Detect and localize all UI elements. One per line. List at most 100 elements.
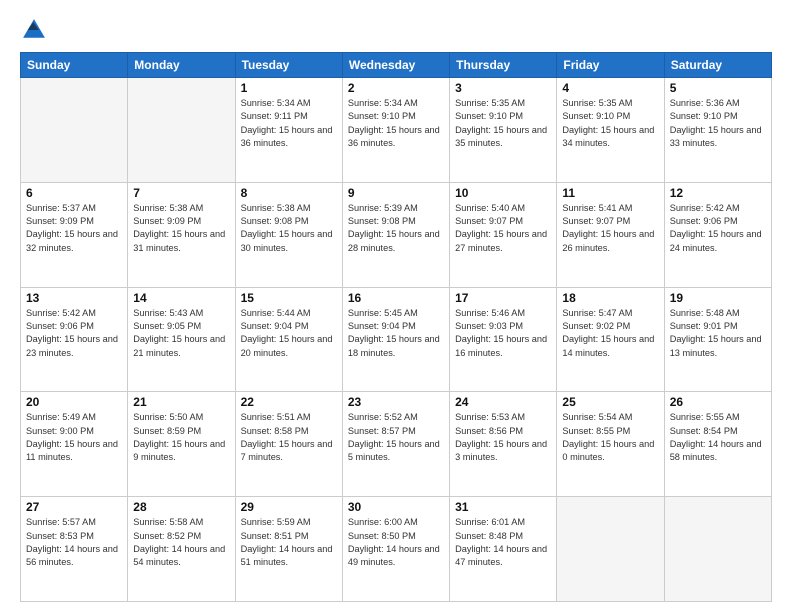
day-cell: 28Sunrise: 5:58 AM Sunset: 8:52 PM Dayli…: [128, 497, 235, 602]
day-cell: 6 Sunrise: 5:37 AM Sunset: 9:09 PM Daylig…: [21, 182, 128, 287]
calendar-table: SundayMondayTuesdayWednesdayThursdayFrid…: [20, 52, 772, 602]
day-info: Sunrise: 6:01 AM Sunset: 8:48 PM Dayligh…: [455, 516, 551, 569]
day-cell: 26 Sunrise: 5:55 AM Sunset: 8:54 PM Dayli…: [664, 392, 771, 497]
day-cell: 12 Sunrise: 5:42 AM Sunset: 9:06 PM Dayli…: [664, 182, 771, 287]
day-info: Sunrise: 5:55 AM Sunset: 8:54 PM Dayligh…: [670, 411, 766, 464]
logo-icon: [20, 16, 48, 44]
day-info: Sunrise: 5:46 AM Sunset: 9:03 PM Dayligh…: [455, 307, 551, 360]
day-cell: 3Sunrise: 5:35 AM Sunset: 9:10 PM Daylig…: [450, 78, 557, 183]
weekday-friday: Friday: [557, 53, 664, 78]
day-number: 26: [670, 395, 766, 409]
day-cell: 10 Sunrise: 5:40 AM Sunset: 9:07 PM Dayli…: [450, 182, 557, 287]
day-cell: 22 Sunrise: 5:51 AM Sunset: 8:58 PM Dayli…: [235, 392, 342, 497]
day-info: Sunrise: 5:49 AM Sunset: 9:00 PM Dayligh…: [26, 411, 122, 464]
day-cell: 29Sunrise: 5:59 AM Sunset: 8:51 PM Dayli…: [235, 497, 342, 602]
day-cell: 17 Sunrise: 5:46 AM Sunset: 9:03 PM Dayli…: [450, 287, 557, 392]
day-info: Sunrise: 5:38 AM Sunset: 9:09 PM Dayligh…: [133, 202, 229, 255]
weekday-sunday: Sunday: [21, 53, 128, 78]
day-number: 4: [562, 81, 658, 95]
day-cell: 1Sunrise: 5:34 AM Sunset: 9:11 PM Daylig…: [235, 78, 342, 183]
calendar-body: 1Sunrise: 5:34 AM Sunset: 9:11 PM Daylig…: [21, 78, 772, 602]
day-cell: 31Sunrise: 6:01 AM Sunset: 8:48 PM Dayli…: [450, 497, 557, 602]
day-info: Sunrise: 5:48 AM Sunset: 9:01 PM Dayligh…: [670, 307, 766, 360]
calendar-header: SundayMondayTuesdayWednesdayThursdayFrid…: [21, 53, 772, 78]
day-cell: 23 Sunrise: 5:52 AM Sunset: 8:57 PM Dayli…: [342, 392, 449, 497]
week-row-3: 13Sunrise: 5:42 AM Sunset: 9:06 PM Dayli…: [21, 287, 772, 392]
day-cell: [557, 497, 664, 602]
day-info: Sunrise: 5:36 AM Sunset: 9:10 PM Dayligh…: [670, 97, 766, 150]
weekday-header-row: SundayMondayTuesdayWednesdayThursdayFrid…: [21, 53, 772, 78]
day-number: 7: [133, 186, 229, 200]
weekday-tuesday: Tuesday: [235, 53, 342, 78]
day-cell: 8 Sunrise: 5:38 AM Sunset: 9:08 PM Daylig…: [235, 182, 342, 287]
day-cell: 16Sunrise: 5:45 AM Sunset: 9:04 PM Dayli…: [342, 287, 449, 392]
day-number: 11: [562, 186, 658, 200]
day-cell: 13Sunrise: 5:42 AM Sunset: 9:06 PM Dayli…: [21, 287, 128, 392]
day-number: 28: [133, 500, 229, 514]
day-info: Sunrise: 5:41 AM Sunset: 9:07 PM Dayligh…: [562, 202, 658, 255]
day-number: 23: [348, 395, 444, 409]
day-cell: 25Sunrise: 5:54 AM Sunset: 8:55 PM Dayli…: [557, 392, 664, 497]
day-cell: 15 Sunrise: 5:44 AM Sunset: 9:04 PM Dayli…: [235, 287, 342, 392]
day-number: 30: [348, 500, 444, 514]
weekday-saturday: Saturday: [664, 53, 771, 78]
day-info: Sunrise: 5:50 AM Sunset: 8:59 PM Dayligh…: [133, 411, 229, 464]
day-info: Sunrise: 5:53 AM Sunset: 8:56 PM Dayligh…: [455, 411, 551, 464]
day-info: Sunrise: 5:42 AM Sunset: 9:06 PM Dayligh…: [26, 307, 122, 360]
week-row-4: 20 Sunrise: 5:49 AM Sunset: 9:00 PM Dayli…: [21, 392, 772, 497]
day-cell: 2Sunrise: 5:34 AM Sunset: 9:10 PM Daylig…: [342, 78, 449, 183]
day-cell: [128, 78, 235, 183]
day-cell: 4 Sunrise: 5:35 AM Sunset: 9:10 PM Daylig…: [557, 78, 664, 183]
day-cell: [21, 78, 128, 183]
day-number: 6: [26, 186, 122, 200]
day-number: 15: [241, 291, 337, 305]
day-info: Sunrise: 5:52 AM Sunset: 8:57 PM Dayligh…: [348, 411, 444, 464]
day-number: 10: [455, 186, 551, 200]
day-number: 12: [670, 186, 766, 200]
day-cell: 5 Sunrise: 5:36 AM Sunset: 9:10 PM Daylig…: [664, 78, 771, 183]
day-info: Sunrise: 5:34 AM Sunset: 9:11 PM Dayligh…: [241, 97, 337, 150]
day-number: 20: [26, 395, 122, 409]
day-number: 8: [241, 186, 337, 200]
day-info: Sunrise: 5:47 AM Sunset: 9:02 PM Dayligh…: [562, 307, 658, 360]
day-info: Sunrise: 5:35 AM Sunset: 9:10 PM Dayligh…: [562, 97, 658, 150]
day-number: 17: [455, 291, 551, 305]
day-cell: 11 Sunrise: 5:41 AM Sunset: 9:07 PM Dayli…: [557, 182, 664, 287]
day-cell: 9 Sunrise: 5:39 AM Sunset: 9:08 PM Daylig…: [342, 182, 449, 287]
day-number: 14: [133, 291, 229, 305]
day-number: 2: [348, 81, 444, 95]
day-number: 19: [670, 291, 766, 305]
day-cell: 7 Sunrise: 5:38 AM Sunset: 9:09 PM Daylig…: [128, 182, 235, 287]
day-cell: 14 Sunrise: 5:43 AM Sunset: 9:05 PM Dayli…: [128, 287, 235, 392]
day-number: 24: [455, 395, 551, 409]
day-info: Sunrise: 5:44 AM Sunset: 9:04 PM Dayligh…: [241, 307, 337, 360]
day-info: Sunrise: 5:59 AM Sunset: 8:51 PM Dayligh…: [241, 516, 337, 569]
day-info: Sunrise: 5:38 AM Sunset: 9:08 PM Dayligh…: [241, 202, 337, 255]
logo: [20, 16, 52, 44]
day-cell: 30 Sunrise: 6:00 AM Sunset: 8:50 PM Dayli…: [342, 497, 449, 602]
day-number: 27: [26, 500, 122, 514]
day-number: 5: [670, 81, 766, 95]
day-info: Sunrise: 5:39 AM Sunset: 9:08 PM Dayligh…: [348, 202, 444, 255]
day-info: Sunrise: 5:51 AM Sunset: 8:58 PM Dayligh…: [241, 411, 337, 464]
day-cell: 21Sunrise: 5:50 AM Sunset: 8:59 PM Dayli…: [128, 392, 235, 497]
day-number: 18: [562, 291, 658, 305]
day-cell: 27 Sunrise: 5:57 AM Sunset: 8:53 PM Dayli…: [21, 497, 128, 602]
page: SundayMondayTuesdayWednesdayThursdayFrid…: [0, 0, 792, 612]
weekday-thursday: Thursday: [450, 53, 557, 78]
day-info: Sunrise: 5:37 AM Sunset: 9:09 PM Dayligh…: [26, 202, 122, 255]
day-number: 9: [348, 186, 444, 200]
week-row-1: 1Sunrise: 5:34 AM Sunset: 9:11 PM Daylig…: [21, 78, 772, 183]
weekday-wednesday: Wednesday: [342, 53, 449, 78]
day-cell: 18 Sunrise: 5:47 AM Sunset: 9:02 PM Dayli…: [557, 287, 664, 392]
week-row-2: 6 Sunrise: 5:37 AM Sunset: 9:09 PM Daylig…: [21, 182, 772, 287]
day-info: Sunrise: 5:43 AM Sunset: 9:05 PM Dayligh…: [133, 307, 229, 360]
day-info: Sunrise: 5:40 AM Sunset: 9:07 PM Dayligh…: [455, 202, 551, 255]
day-cell: 19 Sunrise: 5:48 AM Sunset: 9:01 PM Dayli…: [664, 287, 771, 392]
day-info: Sunrise: 5:57 AM Sunset: 8:53 PM Dayligh…: [26, 516, 122, 569]
day-info: Sunrise: 5:54 AM Sunset: 8:55 PM Dayligh…: [562, 411, 658, 464]
header: [20, 16, 772, 44]
day-number: 22: [241, 395, 337, 409]
day-info: Sunrise: 5:42 AM Sunset: 9:06 PM Dayligh…: [670, 202, 766, 255]
day-info: Sunrise: 6:00 AM Sunset: 8:50 PM Dayligh…: [348, 516, 444, 569]
